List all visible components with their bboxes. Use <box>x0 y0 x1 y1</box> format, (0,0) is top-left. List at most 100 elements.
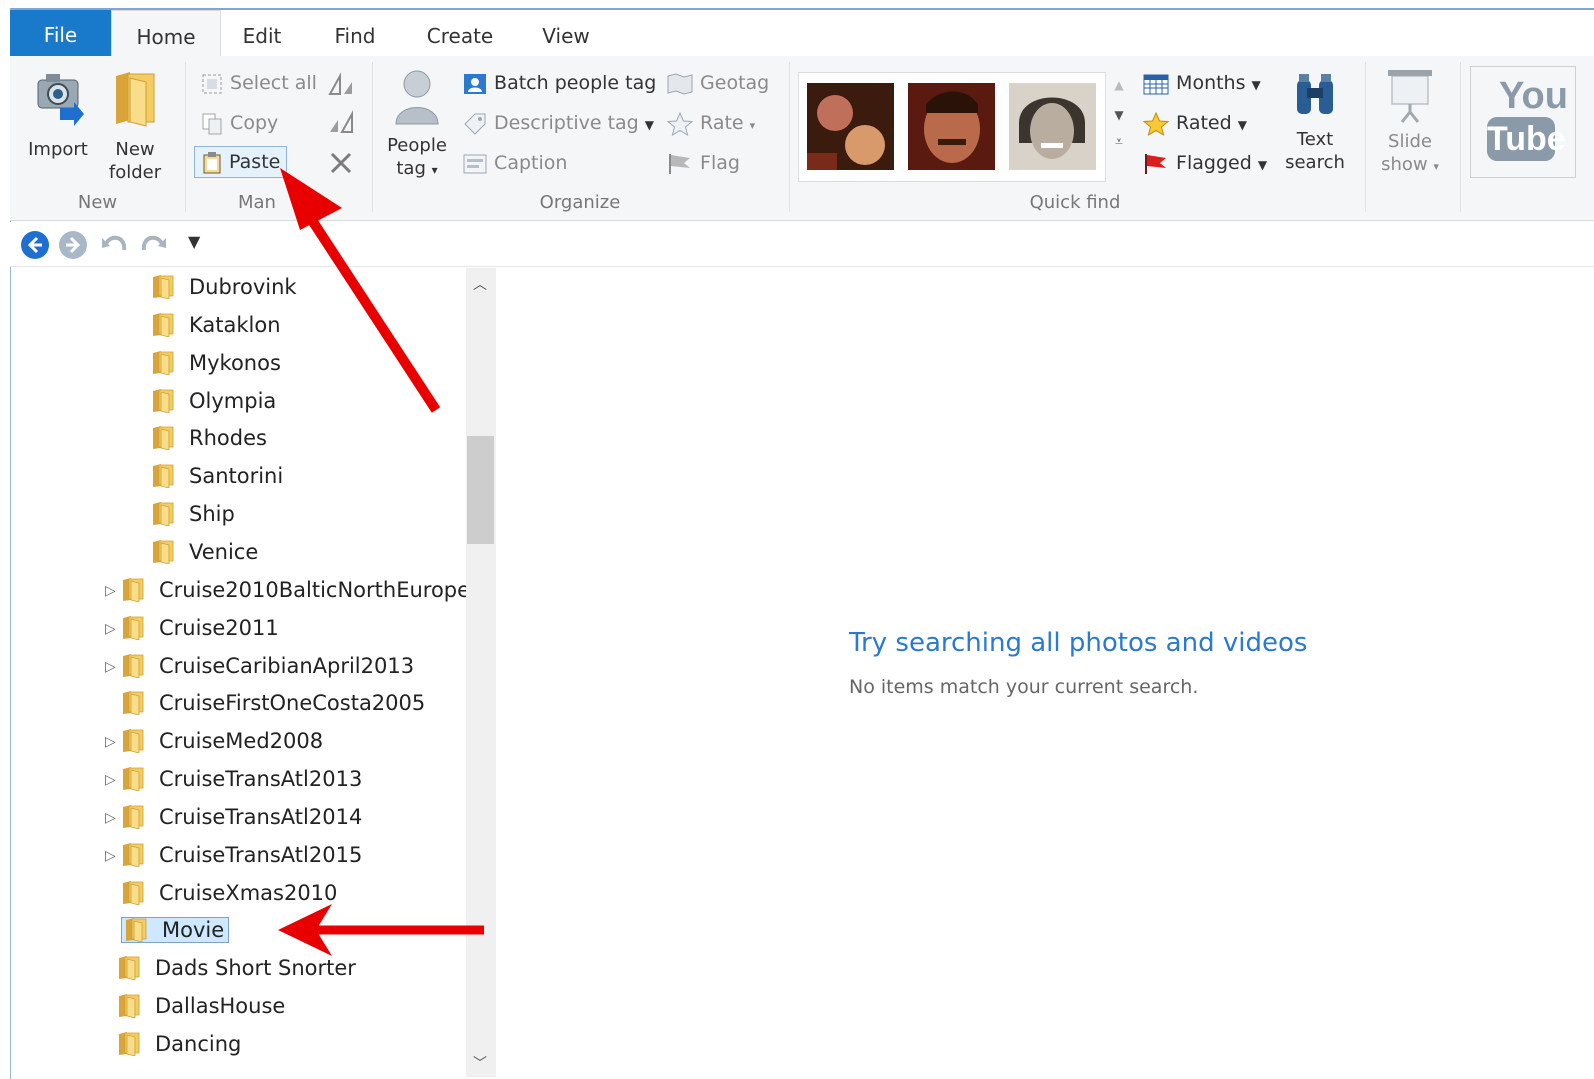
tab-file[interactable]: File <box>10 10 111 56</box>
slide-show-button[interactable]: Slide show ▾ <box>1374 66 1446 178</box>
rotate-right-icon[interactable] <box>326 110 356 136</box>
import-button[interactable]: Import <box>22 68 94 161</box>
copy-icon <box>202 113 222 134</box>
tree-item[interactable]: Olympia <box>135 384 276 418</box>
tree-item[interactable]: CruiseXmas2010 <box>105 876 337 910</box>
gallery-up-icon[interactable]: ▲ <box>1108 78 1130 92</box>
tree-item[interactable]: Movie <box>105 913 230 947</box>
slide-show-label-2-text: show <box>1381 154 1428 175</box>
tree-item[interactable]: Ship <box>135 497 235 531</box>
face-gallery[interactable] <box>798 72 1106 182</box>
rate-button[interactable]: Rate ▾ <box>666 108 755 138</box>
tree-item[interactable]: Venice <box>135 535 258 569</box>
flag-button[interactable]: Flag <box>666 148 740 178</box>
tree-scrollbar[interactable]: ︿ ﹀ <box>466 268 496 1077</box>
search-suggestion-link[interactable]: Try searching all photos and videos <box>849 628 1307 658</box>
redo-icon[interactable] <box>138 230 168 260</box>
gallery-scroll[interactable]: ▲ ▼ ⩡ <box>1108 72 1130 180</box>
calendar-icon <box>1143 74 1169 94</box>
tree-item[interactable]: ▷ CruiseTransAtl2014 <box>105 800 362 834</box>
selected-tree-item[interactable]: Movie <box>121 917 230 944</box>
folder-tree[interactable]: Dubrovink Kataklon Mykonos Olympia Rhodes San… <box>11 268 470 1077</box>
tree-item[interactable]: DallasHouse <box>101 989 285 1023</box>
rated-button[interactable]: Rated ▼ <box>1142 108 1247 138</box>
tree-item[interactable]: Dancing <box>101 1027 241 1061</box>
group-label-quick-find: Quick find <box>1029 192 1121 213</box>
paste-label: Paste <box>229 151 281 173</box>
tree-item[interactable]: Dubrovink <box>135 270 297 304</box>
tree-item[interactable]: Kataklon <box>135 308 281 342</box>
back-icon[interactable] <box>20 230 50 260</box>
expand-icon[interactable]: ▷ <box>105 801 121 835</box>
tree-item[interactable]: ▷ Cruise2011 <box>105 611 279 645</box>
batch-people-tag-label: Batch people tag <box>494 72 657 94</box>
text-search-label-2: search <box>1285 152 1345 173</box>
tab-find[interactable]: Find <box>315 10 395 56</box>
face-thumbnail[interactable] <box>807 83 894 170</box>
tree-item-label: Rhodes <box>189 426 267 451</box>
expand-icon[interactable]: ▷ <box>105 725 121 759</box>
folder-icon <box>153 350 174 375</box>
batch-people-icon <box>464 73 486 94</box>
flagged-button[interactable]: Flagged ▼ <box>1142 148 1267 178</box>
undo-icon[interactable] <box>100 230 130 260</box>
tree-item-label: Kataklon <box>189 312 281 337</box>
tab-home[interactable]: Home <box>111 10 221 58</box>
expand-icon[interactable]: ▷ <box>105 763 121 797</box>
folder-icon <box>153 464 174 489</box>
face-thumbnail[interactable] <box>908 83 995 170</box>
folder-icon <box>123 767 144 792</box>
tree-item-label: CruiseTransAtl2013 <box>159 767 363 792</box>
face-thumbnail[interactable] <box>1009 83 1096 170</box>
gallery-more-icon[interactable]: ⩡ <box>1108 134 1130 150</box>
slide-show-label-1: Slide <box>1388 131 1432 152</box>
youtube-logo-you: You <box>1499 75 1568 117</box>
tree-item[interactable]: ▷ Cruise2010BalticNorthEurope <box>105 573 470 607</box>
forward-icon[interactable] <box>58 230 88 260</box>
customize-toolbar-icon[interactable]: ▼ <box>188 232 200 251</box>
tree-item[interactable]: Dads Short Snorter <box>101 951 356 985</box>
tab-create[interactable]: Create <box>415 10 505 56</box>
months-label: Months <box>1176 72 1246 94</box>
gallery-down-icon[interactable]: ▼ <box>1108 108 1130 122</box>
tree-item[interactable]: ▷ CruiseTransAtl2015 <box>105 838 362 872</box>
tree-item[interactable]: ▷ CruiseTransAtl2013 <box>105 762 362 796</box>
batch-people-tag-button[interactable]: Batch people tag <box>462 68 656 98</box>
expand-icon[interactable]: ▷ <box>105 612 121 646</box>
star-icon <box>666 111 694 136</box>
months-button[interactable]: Months ▼ <box>1142 68 1261 98</box>
folder-icon <box>153 312 174 337</box>
delete-icon[interactable] <box>328 150 354 176</box>
tree-scrollbar-thumb[interactable] <box>467 436 494 544</box>
tree-item[interactable]: Mykonos <box>135 346 281 380</box>
people-tag-button[interactable]: People tag ▾ <box>380 66 454 182</box>
scroll-down-icon[interactable]: ﹀ <box>473 1053 487 1073</box>
tree-item[interactable]: ▷ CruiseMed2008 <box>105 724 323 758</box>
red-flag-icon <box>1145 153 1166 174</box>
youtube-button[interactable]: You Tube <box>1470 66 1576 178</box>
tree-item[interactable]: Santorini <box>135 459 283 493</box>
expand-icon[interactable]: ▷ <box>105 574 121 608</box>
scroll-up-icon[interactable]: ︿ <box>473 274 487 294</box>
paste-button[interactable]: Paste <box>194 146 288 178</box>
tree-item-label: Cruise2010BalticNorthEurope <box>159 577 471 602</box>
tab-view[interactable]: View <box>525 10 607 56</box>
expand-icon[interactable]: ▷ <box>105 650 121 684</box>
rotate-left-icon[interactable] <box>326 72 356 98</box>
tree-item-label: CruiseCaribianApril2013 <box>159 653 415 678</box>
text-search-button[interactable]: Text search <box>1280 70 1350 174</box>
tree-item[interactable]: CruiseFirstOneCosta2005 <box>105 686 425 720</box>
folder-icon <box>153 539 174 564</box>
tree-item-label: CruiseXmas2010 <box>159 880 338 905</box>
expand-icon[interactable]: ▷ <box>105 839 121 873</box>
new-folder-button[interactable]: New folder <box>100 68 170 184</box>
tree-item[interactable]: ▷ CruiseCaribianApril2013 <box>105 649 414 683</box>
descriptive-tag-button[interactable]: Descriptive tag ▼ <box>462 108 654 138</box>
geotag-button[interactable]: Geotag <box>666 68 769 98</box>
tab-edit[interactable]: Edit <box>230 10 294 56</box>
caption-button[interactable]: Caption <box>462 148 567 178</box>
tree-item[interactable]: Rhodes <box>135 421 267 455</box>
dropdown-caret-icon: ▼ <box>1251 78 1261 92</box>
copy-button[interactable]: Copy <box>200 108 278 138</box>
select-all-button[interactable]: Select all <box>200 68 317 98</box>
